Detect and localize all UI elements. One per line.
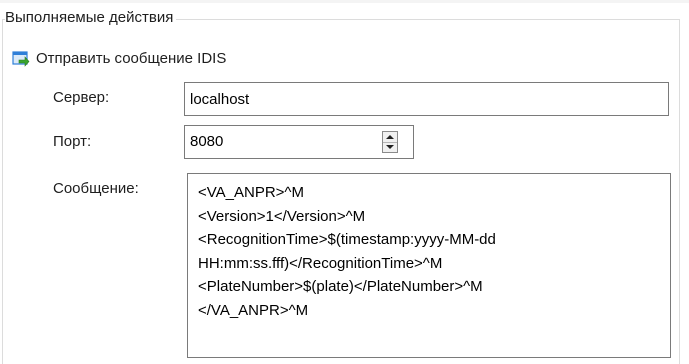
- server-input[interactable]: [184, 82, 669, 116]
- arrow-down-icon: [386, 145, 394, 149]
- action-header[interactable]: Отправить сообщение IDIS: [12, 48, 226, 70]
- port-label: Порт:: [53, 133, 92, 150]
- server-label: Сервер:: [53, 89, 110, 106]
- port-value[interactable]: 8080: [190, 132, 223, 152]
- port-stepper[interactable]: 8080: [184, 125, 414, 159]
- send-message-icon: [12, 50, 30, 68]
- spin-down-button[interactable]: [383, 142, 397, 152]
- message-label: Сообщение:: [53, 180, 139, 197]
- arrow-up-icon: [386, 135, 394, 139]
- message-line: HH:mm:ss.fff)</RecognitionTime>^M: [198, 254, 443, 272]
- message-textarea[interactable]: <VA_ANPR>^M <Version>1</Version>^M <Reco…: [187, 173, 671, 358]
- top-strip: [0, 0, 689, 3]
- message-line: <PlateNumber>$(plate)</PlateNumber>^M: [198, 278, 483, 296]
- message-line: </VA_ANPR>^M: [198, 301, 309, 319]
- message-line: <Version>1</Version>^M: [198, 207, 366, 225]
- message-line: <RecognitionTime>$(timestamp:yyyy-MM-dd: [198, 231, 496, 249]
- message-line: <VA_ANPR>^M: [198, 184, 304, 201]
- port-spin-buttons: [382, 131, 398, 153]
- action-title: Отправить сообщение IDIS: [36, 50, 227, 67]
- group-title: Выполняемые действия: [5, 8, 177, 28]
